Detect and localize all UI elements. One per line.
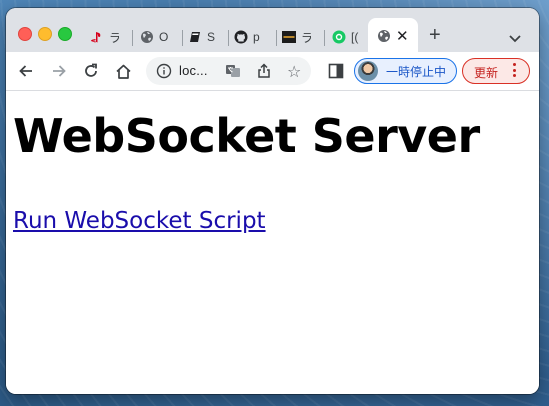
- back-arrow-icon[interactable]: [17, 62, 35, 80]
- share-icon[interactable]: [256, 63, 272, 84]
- chevron-down-icon[interactable]: [509, 30, 521, 48]
- tab-active[interactable]: ✕: [368, 18, 418, 52]
- forward-arrow-icon[interactable]: [50, 62, 68, 80]
- tab-6[interactable]: [(: [332, 24, 361, 50]
- profile-button[interactable]: 一時停止中: [354, 58, 457, 84]
- tab-title: S: [207, 30, 216, 44]
- green-circle-icon: [332, 30, 346, 44]
- tab-4[interactable]: p: [234, 24, 263, 50]
- window-minimize-button[interactable]: [38, 27, 52, 41]
- globe-icon: [140, 30, 154, 44]
- tab-title: ラ: [109, 30, 119, 45]
- translate-icon[interactable]: [225, 63, 241, 84]
- tab-title: O: [159, 30, 169, 44]
- github-icon: [234, 30, 248, 44]
- toolbar: loc... ☆ 一時停止中 更新: [6, 52, 539, 91]
- update-label: 更新: [474, 66, 499, 80]
- tab-separator: [182, 30, 183, 46]
- tab-3[interactable]: S: [188, 24, 217, 50]
- page-title: WebSocket Server: [13, 109, 480, 163]
- tab-separator: [276, 30, 277, 46]
- side-panel-icon[interactable]: [328, 63, 344, 84]
- run-websocket-script-link[interactable]: Run WebSocket Script: [13, 208, 266, 234]
- tab-5[interactable]: ラ: [282, 24, 311, 50]
- url-text[interactable]: loc...: [179, 63, 208, 78]
- tab-title: [(: [351, 30, 359, 44]
- site-logo-icon: [282, 30, 296, 44]
- reload-icon[interactable]: [82, 62, 100, 80]
- browser-window: ラ O S p ラ [(✕ + loc... ☆ 一時停止中 更新 WebSo…: [6, 8, 539, 394]
- window-maximize-button[interactable]: [58, 27, 72, 41]
- tab-strip: ラ O S p ラ [(✕ +: [6, 8, 539, 52]
- update-button[interactable]: 更新: [462, 58, 530, 84]
- new-tab-button[interactable]: +: [429, 24, 441, 47]
- profile-status-label: 一時停止中: [386, 64, 447, 79]
- tab-1[interactable]: ラ: [90, 24, 119, 50]
- book-icon: [188, 30, 202, 44]
- close-tab-icon[interactable]: ✕: [396, 27, 409, 45]
- address-bar[interactable]: loc... ☆: [146, 57, 311, 85]
- home-icon[interactable]: [114, 62, 132, 80]
- window-close-button[interactable]: [18, 27, 32, 41]
- tab-separator: [324, 30, 325, 46]
- avatar: [358, 61, 378, 81]
- playstation-icon: [90, 30, 104, 44]
- tab-separator: [132, 30, 133, 46]
- tab-title: ラ: [301, 30, 311, 45]
- page-content: WebSocket Server Run WebSocket Script: [6, 91, 539, 394]
- info-icon[interactable]: [156, 63, 172, 84]
- tab-2[interactable]: O: [140, 24, 169, 50]
- tab-title: p: [253, 30, 260, 44]
- bookmark-star-icon[interactable]: ☆: [287, 62, 301, 82]
- more-menu-icon[interactable]: [513, 63, 517, 80]
- tab-separator: [228, 30, 229, 46]
- globe-icon: [377, 29, 391, 48]
